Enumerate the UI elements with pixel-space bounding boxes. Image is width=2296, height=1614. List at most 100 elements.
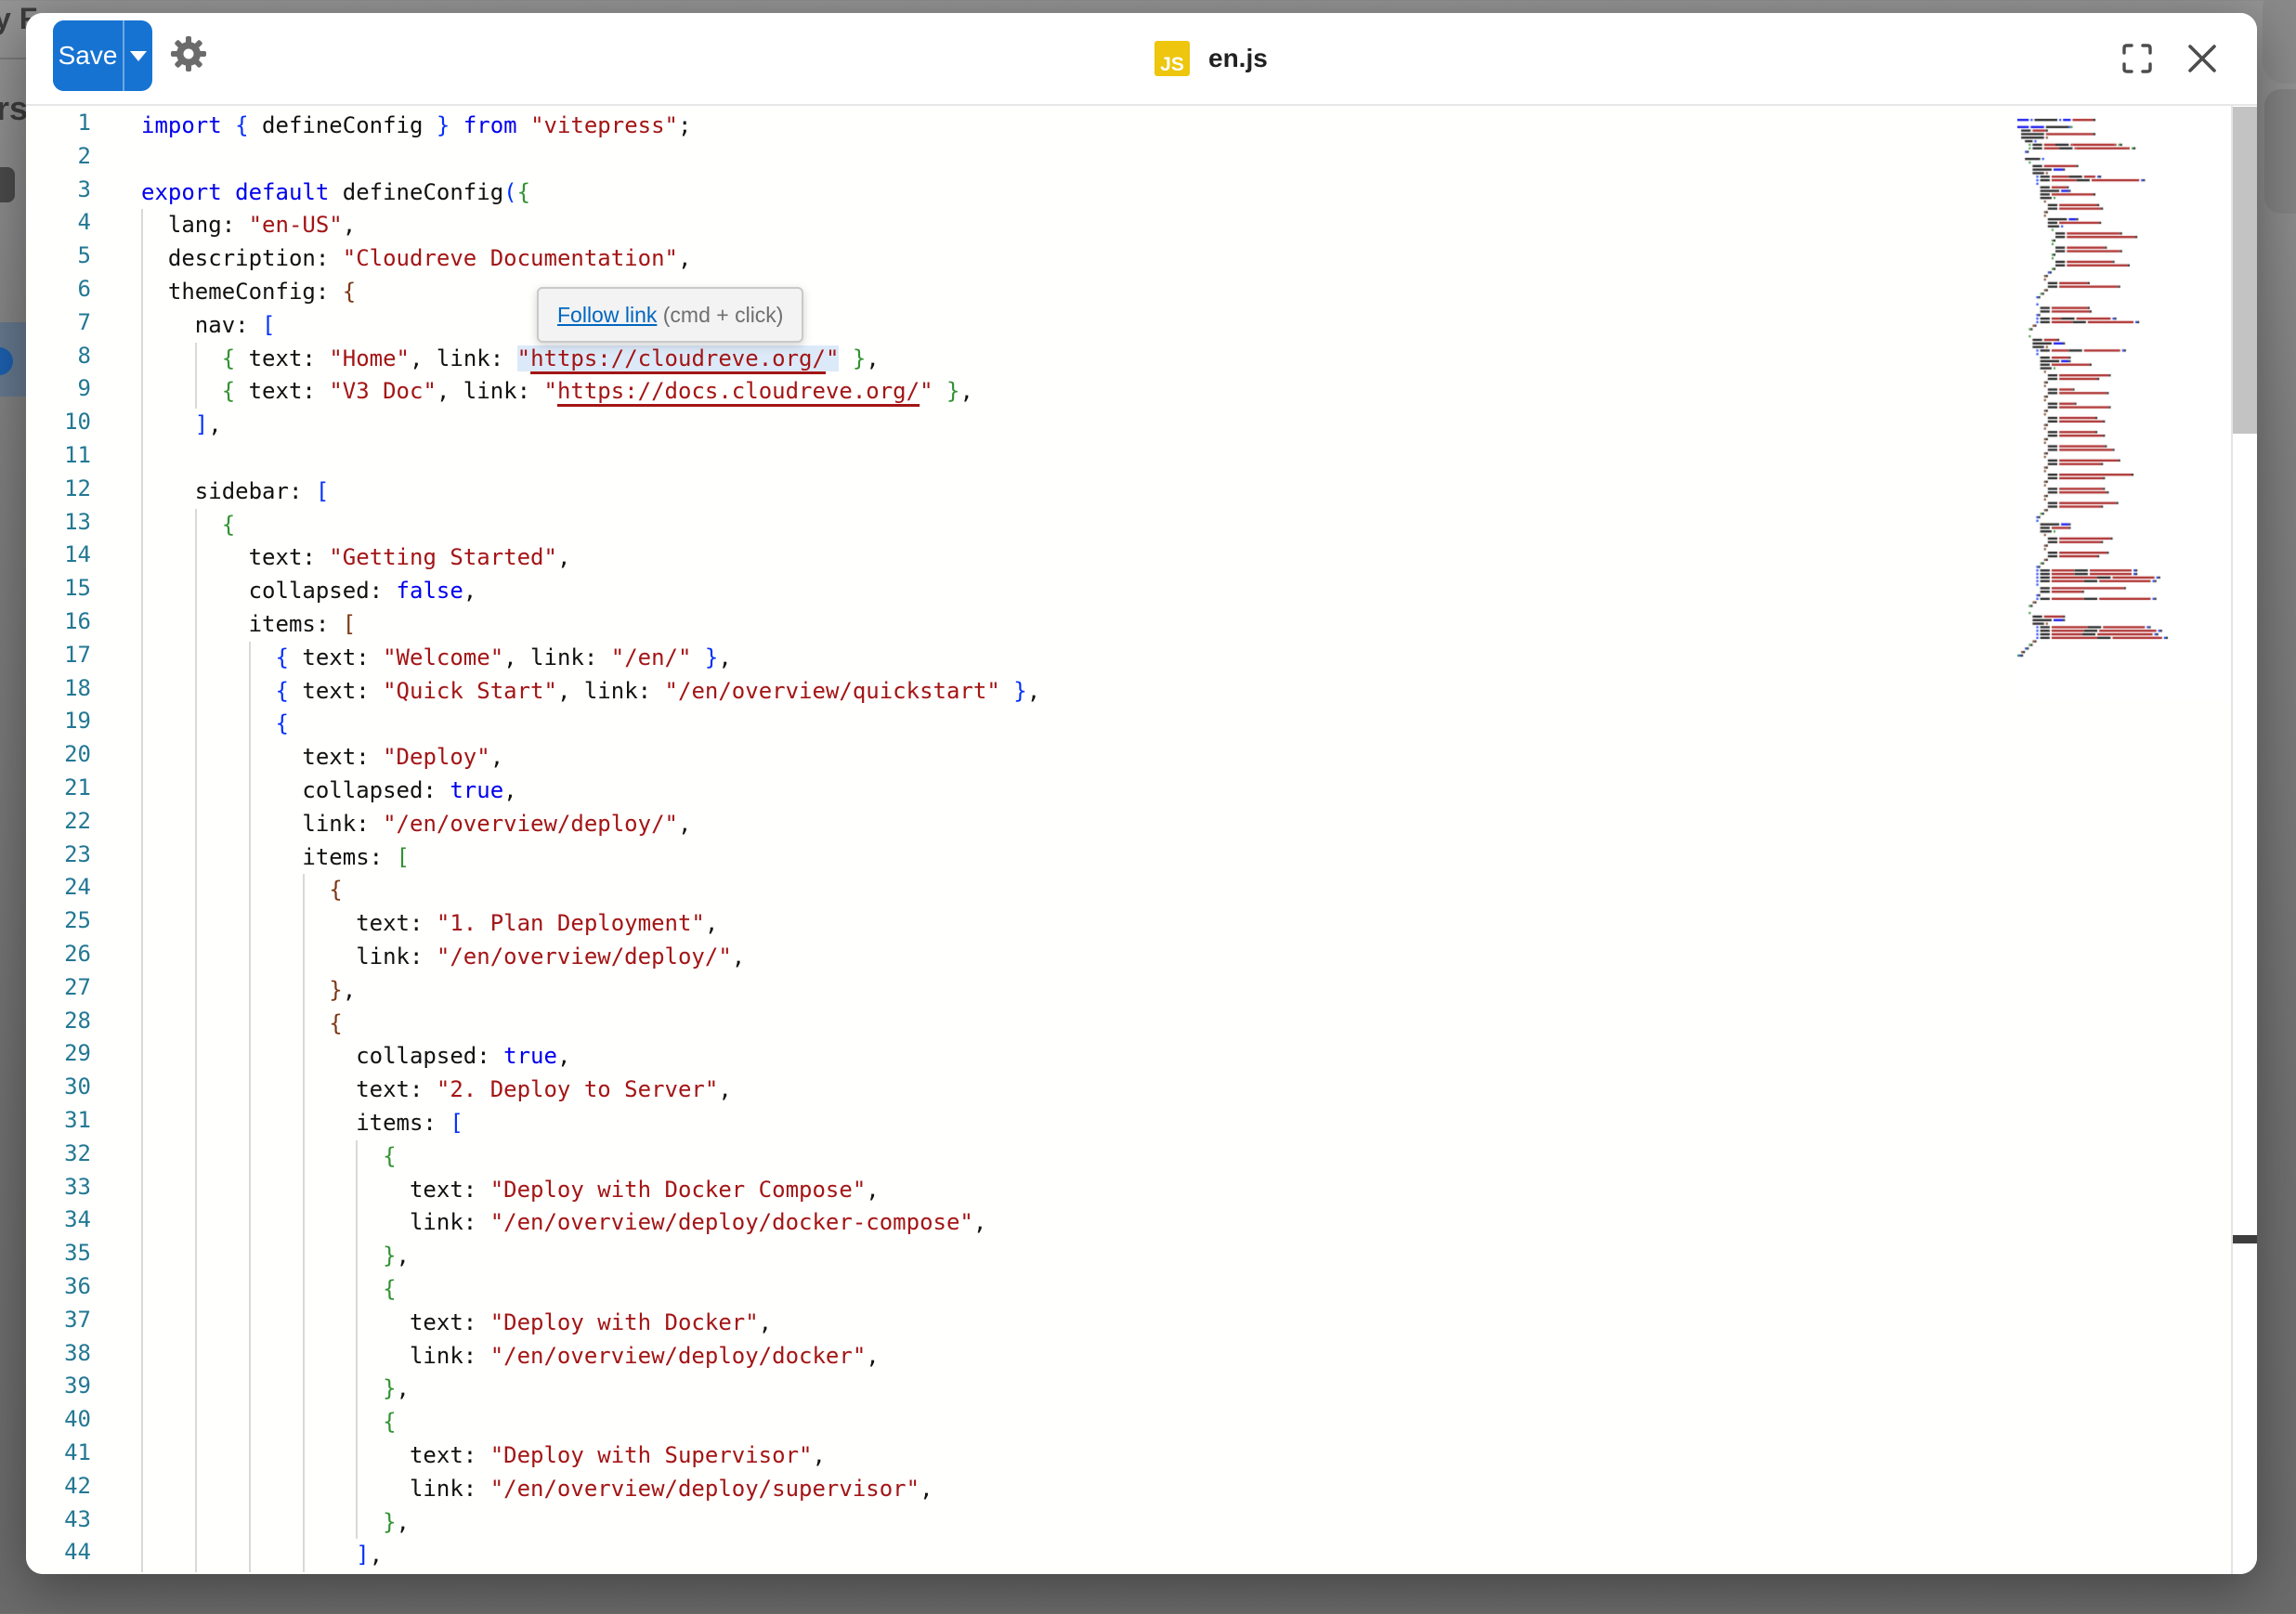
code-line: link: "/en/overview/deploy/docker-compos… <box>141 1206 2231 1240</box>
js-file-icon: JS <box>1155 41 1190 76</box>
code-line: items: [ <box>141 841 2231 875</box>
line-number: 41 <box>26 1439 91 1465</box>
code-line: lang: "en-US", <box>141 209 2231 242</box>
code-line: items: [ <box>141 608 2231 642</box>
line-number: 13 <box>26 509 91 535</box>
code-line: { text: "V3 Doc", link: "https://docs.cl… <box>141 375 2231 409</box>
code-line: text: "Deploy with Docker", <box>141 1307 2231 1340</box>
code-line: text: "Deploy with Supervisor", <box>141 1439 2231 1473</box>
save-split-button: Save <box>53 20 152 91</box>
code-line: themeConfig: { <box>141 276 2231 309</box>
line-number: 7 <box>26 309 91 335</box>
line-number: 28 <box>26 1008 91 1034</box>
code-line: { text: "Home", link: "https://cloudreve… <box>141 343 2231 376</box>
line-number: 10 <box>26 409 91 435</box>
line-number: 18 <box>26 675 91 701</box>
code-line: import { defineConfig } from "vitepress"… <box>141 110 2231 143</box>
line-number: 27 <box>26 974 91 1000</box>
scrollbar-marker <box>2233 1235 2257 1243</box>
line-number: 31 <box>26 1107 91 1133</box>
line-number: 43 <box>26 1506 91 1532</box>
code-line: export default defineConfig({ <box>141 176 2231 210</box>
line-number: 40 <box>26 1406 91 1432</box>
backdrop-shape-top-right <box>2263 0 2296 84</box>
line-number: 32 <box>26 1140 91 1166</box>
line-number: 19 <box>26 708 91 734</box>
code-line: link: "/en/overview/deploy/supervisor", <box>141 1473 2231 1506</box>
follow-link-action[interactable]: Follow link <box>557 303 657 328</box>
code-line: ], <box>141 409 2231 442</box>
line-number: 39 <box>26 1373 91 1399</box>
code-line: description: "Cloudreve Documentation", <box>141 242 2231 276</box>
code-line: { <box>141 874 2231 907</box>
code-line: text: "Deploy with Docker Compose", <box>141 1174 2231 1207</box>
line-number: 38 <box>26 1340 91 1366</box>
backdrop-partial-label: rs <box>0 89 28 128</box>
code-line: text: "1. Plan Deployment", <box>141 907 2231 941</box>
file-editor-modal: Save <box>26 13 2257 1574</box>
code-line: text: "Deploy", <box>141 741 2231 774</box>
code-line: }, <box>141 1240 2231 1273</box>
scrollbar-thumb[interactable] <box>2233 107 2257 434</box>
line-number: 33 <box>26 1174 91 1200</box>
code-line: collapsed: false, <box>141 575 2231 608</box>
line-number: 22 <box>26 808 91 834</box>
close-icon <box>2185 42 2219 75</box>
scrollbar-track[interactable] <box>2231 106 2257 1574</box>
line-number: 6 <box>26 276 91 302</box>
backdrop-shape-right <box>2264 89 2296 214</box>
code-line: { <box>141 1273 2231 1307</box>
code-line: }, <box>141 1506 2231 1540</box>
line-number: 5 <box>26 242 91 268</box>
line-number: 29 <box>26 1040 91 1066</box>
line-number: 42 <box>26 1473 91 1499</box>
code-line: nav: [ <box>141 309 2231 343</box>
gear-icon <box>170 35 207 72</box>
line-number: 23 <box>26 841 91 867</box>
line-number: 15 <box>26 575 91 601</box>
line-number: 26 <box>26 941 91 967</box>
code-line: link: "/en/overview/deploy/", <box>141 941 2231 974</box>
code-line: sidebar: [ <box>141 475 2231 509</box>
tooltip-hint: (cmd + click) <box>657 303 783 328</box>
line-number: 12 <box>26 475 91 501</box>
line-number: 17 <box>26 642 91 668</box>
code-line <box>141 442 2231 475</box>
line-number: 21 <box>26 774 91 800</box>
line-number: 3 <box>26 176 91 202</box>
line-number: 36 <box>26 1273 91 1299</box>
file-name: en.js <box>1208 44 1268 73</box>
save-dropdown-button[interactable] <box>124 20 152 91</box>
line-number: 24 <box>26 874 91 900</box>
line-number: 20 <box>26 741 91 767</box>
code-line: { text: "Welcome", link: "/en/" }, <box>141 642 2231 675</box>
line-number: 16 <box>26 608 91 634</box>
settings-button[interactable] <box>168 33 209 74</box>
line-number: 35 <box>26 1240 91 1266</box>
code-editor[interactable]: 1import { defineConfig } from "vitepress… <box>26 106 2231 1574</box>
editor-header: Save <box>26 13 2257 106</box>
line-number: 11 <box>26 442 91 468</box>
follow-link-tooltip: Follow link (cmd + click) <box>537 287 803 343</box>
line-number: 37 <box>26 1307 91 1333</box>
line-number: 2 <box>26 143 91 169</box>
backdrop-divider <box>0 58 26 59</box>
line-number: 44 <box>26 1539 91 1565</box>
code-line: }, <box>141 974 2231 1008</box>
code-line: text: "2. Deploy to Server", <box>141 1074 2231 1107</box>
code-line: collapsed: true, <box>141 1040 2231 1074</box>
line-number: 9 <box>26 375 91 401</box>
code-line: { text: "Quick Start", link: "/en/overvi… <box>141 675 2231 709</box>
minimap[interactable] <box>2017 106 2231 700</box>
line-number: 14 <box>26 541 91 567</box>
save-button[interactable]: Save <box>53 20 123 91</box>
backdrop-dark-button <box>0 167 15 202</box>
code-line: { <box>141 708 2231 741</box>
code-line: { <box>141 1140 2231 1174</box>
code-line: ], <box>141 1539 2231 1572</box>
close-button[interactable] <box>2182 38 2223 79</box>
code-line: }, <box>141 1373 2231 1406</box>
fullscreen-button[interactable] <box>2117 38 2158 79</box>
file-title: JS en.js <box>1155 13 1268 104</box>
code-line: link: "/en/overview/deploy/docker", <box>141 1340 2231 1373</box>
